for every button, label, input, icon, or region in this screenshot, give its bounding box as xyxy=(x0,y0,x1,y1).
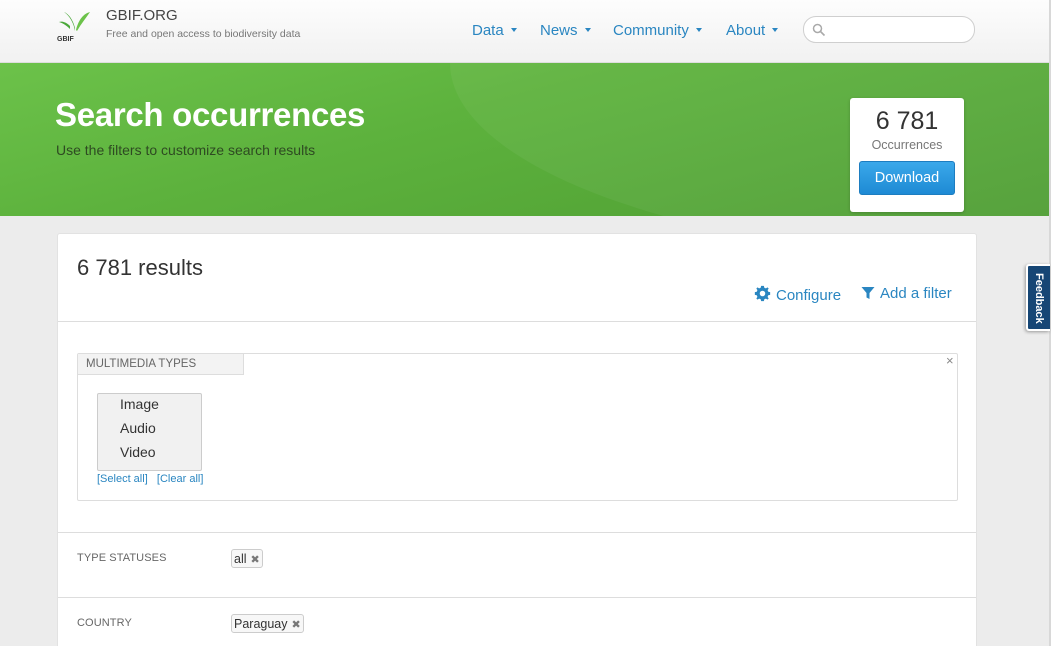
caret-down-icon xyxy=(584,28,591,32)
filter-label-type-statuses: TYPE STATUSES xyxy=(77,552,167,564)
gear-icon xyxy=(754,285,771,302)
occurrence-count: 6 781 xyxy=(875,107,939,135)
add-filter-link[interactable]: Add a filter xyxy=(861,285,952,302)
svg-text:GBIF: GBIF xyxy=(57,36,74,43)
occurrence-count-box: 6 781 Occurrences Download xyxy=(850,98,964,212)
multimedia-filter-title: MULTIMEDIA TYPES xyxy=(78,354,244,375)
occurrence-count-label: Occurrences xyxy=(871,138,943,152)
option-video[interactable]: Video xyxy=(120,444,156,460)
multimedia-filter-panel: MULTIMEDIA TYPES × Image Audio Video [Se… xyxy=(77,353,958,501)
page-subtitle: Use the filters to customize search resu… xyxy=(56,142,316,158)
close-icon[interactable]: × xyxy=(946,353,954,368)
download-button[interactable]: Download xyxy=(859,161,955,195)
nav-data[interactable]: Data xyxy=(472,22,517,39)
option-audio[interactable]: Audio xyxy=(120,420,156,436)
filter-label-country: COUNTRY xyxy=(77,617,132,629)
configure-link[interactable]: Configure xyxy=(754,285,841,304)
type-status-tag: all ✖ xyxy=(231,549,263,568)
clear-all-link[interactable]: [Clear all] xyxy=(157,473,203,485)
page-title: Search occurrences xyxy=(55,96,366,133)
results-count: 6 781 results xyxy=(77,255,203,280)
multimedia-type-list[interactable]: Image Audio Video xyxy=(97,393,202,471)
caret-down-icon xyxy=(772,28,779,32)
select-all-link[interactable]: [Select all] xyxy=(97,473,148,485)
brand-tagline: Free and open access to biodiversity dat… xyxy=(106,28,301,40)
filter-icon xyxy=(861,287,875,299)
brand-name[interactable]: GBIF.ORG xyxy=(106,7,178,24)
search-box[interactable] xyxy=(803,16,975,43)
nav-community[interactable]: Community xyxy=(613,22,702,39)
page-banner: Search occurrences Use the filters to cu… xyxy=(0,63,1049,216)
feedback-tab[interactable]: Feedback xyxy=(1026,264,1050,331)
nav-news[interactable]: News xyxy=(540,22,591,39)
option-image[interactable]: Image xyxy=(120,396,159,412)
country-tag: Paraguay ✖ xyxy=(231,614,304,633)
remove-icon[interactable]: ✖ xyxy=(251,553,260,566)
caret-down-icon xyxy=(695,28,702,32)
results-card: 6 781 results Configure Add a filter MUL… xyxy=(57,233,977,646)
divider xyxy=(58,532,976,533)
search-input[interactable] xyxy=(832,21,968,38)
divider xyxy=(58,321,976,322)
remove-icon[interactable]: ✖ xyxy=(292,618,301,631)
divider xyxy=(58,597,976,598)
gbif-logo[interactable]: GBIF xyxy=(56,4,96,44)
nav-about[interactable]: About xyxy=(726,22,779,39)
search-icon xyxy=(812,23,826,37)
caret-down-icon xyxy=(510,28,517,32)
multimedia-select-links: [Select all] [Clear all] xyxy=(97,473,203,485)
site-header: GBIF GBIF.ORG Free and open access to bi… xyxy=(0,0,1049,63)
